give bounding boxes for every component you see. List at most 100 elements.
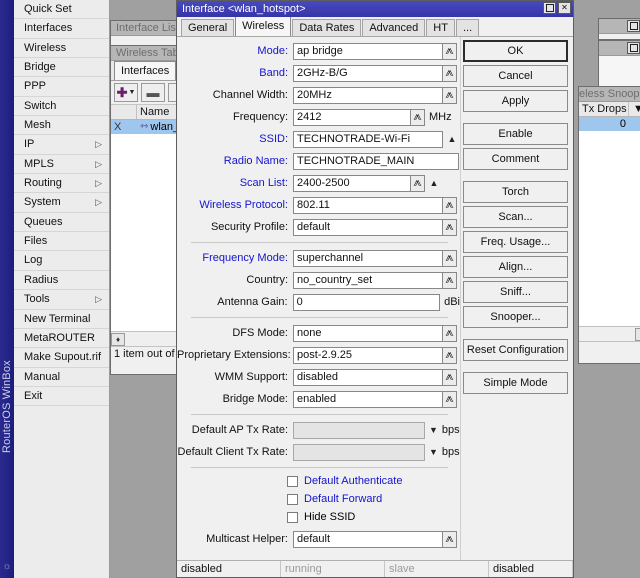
column-menu-icon[interactable]: ▼ [629,102,640,116]
spinner-country[interactable]: ⨇ [443,271,457,289]
input-country[interactable]: no_country_set [293,271,443,289]
tab-general[interactable]: General [181,19,235,36]
input-wireless-protocol[interactable]: 802.11 [293,196,443,214]
input-security-profile[interactable]: default [293,218,443,236]
menu-item-tools[interactable]: Tools ▷ [14,290,109,310]
input-ssid[interactable]: TECHNOTRADE-Wi-Fi [293,130,443,148]
input-channel-width[interactable]: 20MHz [293,86,443,104]
snooper-titlebar[interactable]: eless Snooper [579,87,640,102]
menu-item-quick-set[interactable]: Quick Set [14,0,109,20]
tab-wireless[interactable]: Wireless [235,16,292,36]
spinner-dfs-mode[interactable]: ⨇ [443,324,457,342]
spinner-channel-width[interactable]: ⨇ [443,86,457,104]
cancel-button[interactable]: Cancel [463,65,568,87]
close-icon[interactable]: ✕ [558,2,571,14]
background-window-a-titlebar[interactable]: ✕ [599,19,640,34]
input-frequency[interactable]: 2412 [293,108,411,126]
spinner-frequency-mode[interactable]: ⨇ [443,249,457,267]
spinner-scan-list[interactable]: ⨇ [411,174,425,192]
tab-ht[interactable]: HT [426,19,455,36]
spinner-frequency[interactable]: ⨇ [411,108,425,126]
spinner-wireless-protocol[interactable]: ⨇ [443,196,457,214]
snooper-button[interactable]: Snooper... [463,306,568,328]
tab-[interactable]: ... [455,19,480,36]
spinner-band[interactable]: ⨇ [443,64,457,82]
menu-item-make-supout-rif[interactable]: Make Supout.rif [14,348,109,368]
input-radio-name[interactable]: TECHNOTRADE_MAIN [293,152,459,170]
wireless-snooper-window[interactable]: eless Snooper Tx Drops ▼ 0 ♦ [578,86,640,364]
input-proprietary-extensions[interactable]: post-2.9.25 [293,346,443,364]
ok-button[interactable]: OK [463,40,568,62]
menu-item-exit[interactable]: Exit [14,387,109,407]
menu-item-manual[interactable]: Manual [14,368,109,387]
align-button[interactable]: Align... [463,256,568,278]
background-window-b-titlebar[interactable]: ✕ [599,41,640,56]
reset-configuration-button[interactable]: Reset Configuration [463,339,568,361]
input-frequency-mode[interactable]: superchannel [293,249,443,267]
input-multicast-helper[interactable]: default [293,530,443,548]
input-scan-list[interactable]: 2400-2500 [293,174,411,192]
input-default-client-tx-rate[interactable] [293,443,425,461]
dialog-titlebar[interactable]: Interface <wlan_hotspot> ✕ [177,1,573,17]
scan-button[interactable]: Scan... [463,206,568,228]
input-default-ap-tx-rate[interactable] [293,421,425,439]
torch-button[interactable]: Torch [463,181,568,203]
add-button[interactable]: ✚ ▼ [114,83,138,102]
simple-mode-button[interactable]: Simple Mode [463,372,568,394]
menu-item-system[interactable]: System ▷ [14,193,109,213]
comment-button[interactable]: Comment [463,148,568,170]
sniff-button[interactable]: Sniff... [463,281,568,303]
spinner-wmm-support[interactable]: ⨇ [443,368,457,386]
menu-item-radius[interactable]: Radius [14,271,109,291]
spinner-mode[interactable]: ⨇ [443,42,457,60]
menu-item-switch[interactable]: Switch [14,97,109,117]
background-window-a[interactable]: ✕ [598,18,640,40]
expand-up-icon-scan-list[interactable]: ▲ [428,175,440,191]
restore-icon[interactable] [627,20,640,32]
background-window-b[interactable]: ✕ [598,40,640,90]
enable-button[interactable]: Enable [463,123,568,145]
spinner-security-profile[interactable]: ⨇ [443,218,457,236]
restore-icon[interactable] [627,42,640,54]
menu-item-ip[interactable]: IP ▷ [14,135,109,155]
apply-button[interactable]: Apply [463,90,568,112]
input-bridge-mode[interactable]: enabled [293,390,443,408]
snooper-horizontal-scrollbar[interactable]: ♦ [579,326,640,341]
dropdown-caret-icon-default-ap-tx-rate[interactable]: ▼ [429,425,438,435]
spinner-multicast-helper[interactable]: ⨇ [443,530,457,548]
menu-item-ppp[interactable]: PPP [14,77,109,97]
dropdown-caret-icon-default-client-tx-rate[interactable]: ▼ [429,447,438,457]
checkbox-default-authenticate[interactable] [287,475,298,487]
tab-interfaces[interactable]: Interfaces [114,61,177,80]
restore-icon[interactable] [543,2,556,14]
spinner-proprietary-extensions[interactable]: ⨇ [443,346,457,364]
menu-item-new-terminal[interactable]: New Terminal [14,310,109,329]
expand-up-icon-ssid[interactable]: ▲ [446,131,458,147]
menu-item-interfaces[interactable]: Interfaces [14,19,109,39]
checkbox-default-forward[interactable] [287,493,298,505]
interface-wlan-hotspot-dialog[interactable]: Interface <wlan_hotspot> ✕ General Wirele… [176,0,574,578]
column-flags[interactable] [111,105,137,119]
spinner-bridge-mode[interactable]: ⨇ [443,390,457,408]
menu-item-mpls[interactable]: MPLS ▷ [14,155,109,175]
menu-item-metarouter[interactable]: MetaROUTER [14,329,109,349]
menu-item-routing[interactable]: Routing ▷ [14,174,109,194]
input-mode[interactable]: ap bridge [293,42,443,60]
menu-item-wireless[interactable]: Wireless [14,39,109,59]
column-tx-drops[interactable]: Tx Drops [579,102,629,116]
pin-icon[interactable]: ☼ [1,560,13,574]
menu-item-mesh[interactable]: Mesh [14,116,109,136]
menu-item-bridge[interactable]: Bridge [14,58,109,78]
tab-advanced[interactable]: Advanced [362,19,426,36]
menu-item-queues[interactable]: Queues [14,213,109,233]
freq-usage-button[interactable]: Freq. Usage... [463,231,568,253]
input-band[interactable]: 2GHz-B/G [293,64,443,82]
menu-item-files[interactable]: Files [14,232,109,252]
input-wmm-support[interactable]: disabled [293,368,443,386]
input-dfs-mode[interactable]: none [293,324,443,342]
tab-data-rates[interactable]: Data Rates [292,19,362,36]
table-row[interactable]: 0 [579,117,640,131]
scroll-marker-icon[interactable]: ♦ [635,327,640,341]
menu-item-log[interactable]: Log [14,251,109,271]
input-antenna-gain[interactable]: 0 [292,293,441,311]
